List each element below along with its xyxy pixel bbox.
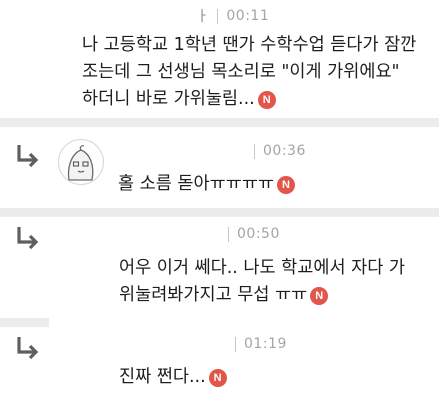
new-badge-icon: N (257, 91, 276, 109)
comment-4-meta: 01:19 (235, 336, 287, 352)
meta-divider (217, 8, 219, 24)
comment-1-line-1: 나 고등학교 1학년 땐가 수학수업 듣다가 잠깐 (82, 35, 417, 55)
default-avatar-icon[interactable] (58, 139, 104, 185)
separator (0, 118, 439, 127)
comment-2-line-1: 홀 소름 돋아ㅠㅠㅠㅠ (118, 174, 275, 194)
comment-4-line-1: 진짜 쩐다... (119, 367, 206, 387)
comment-2-text: 홀 소름 돋아ㅠㅠㅠㅠ N (118, 171, 296, 198)
comment-1-meta: ㅏ 00:11 (196, 6, 269, 26)
meta-divider (228, 226, 229, 242)
meta-divider (254, 143, 255, 159)
reply-arrow-icon (17, 227, 39, 250)
reply-arrow-icon (17, 145, 39, 168)
comment-3-line-2: 위눌려봐가지고 무섭 ㅠㅠ (119, 285, 308, 305)
reply-arrow-icon (17, 337, 39, 360)
new-badge-icon: N (310, 287, 329, 305)
comment-2-meta: 00:36 (254, 143, 306, 159)
comment-3-time: 00:50 (237, 226, 280, 242)
comment-4-time: 01:19 (244, 336, 287, 352)
comment-1-user-mark: ㅏ (196, 9, 210, 25)
comment-1-time: 00:11 (226, 8, 270, 24)
new-badge-icon: N (208, 369, 227, 387)
comment-2-time: 00:36 (263, 143, 306, 159)
separator (0, 318, 49, 327)
comment-4-text: 진짜 쩐다... N (119, 364, 227, 391)
comment-3-line-1: 어우 이거 쎄다.. 나도 학교에서 자다 가 (119, 258, 406, 278)
comment-1-line-3: 하더니 바로 가위눌림... (82, 89, 255, 109)
comment-1-text: 나 고등학교 1학년 땐가 수학수업 듣다가 잠깐 조는데 그 선생님 목소리로… (82, 32, 416, 113)
new-badge-icon: N (277, 176, 296, 194)
meta-divider (235, 336, 236, 352)
comment-3-meta: 00:50 (228, 226, 280, 242)
separator (0, 208, 439, 217)
comment-1-line-2: 조는데 그 선생님 목소리로 "이게 가위에요" (82, 62, 400, 82)
comment-3-text: 어우 이거 쎄다.. 나도 학교에서 자다 가 위눌려봐가지고 무섭 ㅠㅠ N (119, 255, 405, 309)
